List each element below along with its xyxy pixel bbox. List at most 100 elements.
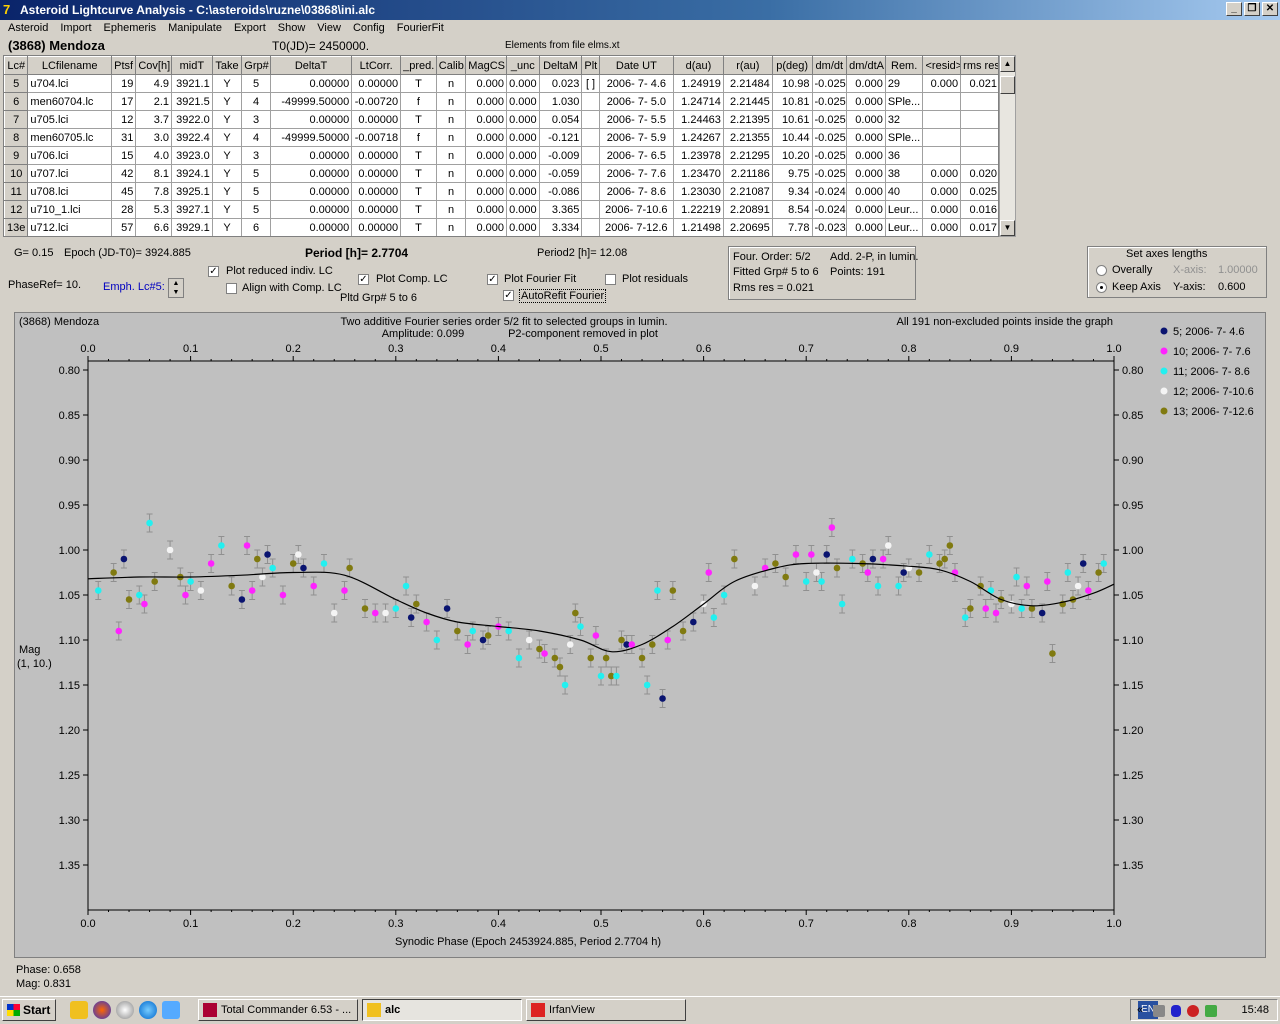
data-point[interactable] (802, 578, 810, 585)
table-cell[interactable]: -0.009 (539, 146, 583, 165)
data-point[interactable] (551, 654, 559, 662)
menu-asteroid[interactable]: Asteroid (2, 20, 54, 38)
table-cell[interactable]: Y (212, 128, 243, 147)
data-point[interactable] (720, 591, 728, 599)
table-cell[interactable]: 12 (111, 110, 137, 129)
table-cell[interactable]: 0.00000 (270, 146, 353, 165)
table-row[interactable]: 11 u708.lci 45 7.8 3925.1 Y 5 0.00000 0.00000 Tn 0… (4, 182, 998, 201)
table-cell[interactable] (581, 92, 600, 111)
table-cell[interactable]: 2006- 7- 4.6 (599, 74, 675, 93)
start-button[interactable]: Start (2, 999, 56, 1021)
data-point[interactable] (961, 614, 969, 621)
table-cell[interactable]: 0.00000 (270, 182, 353, 201)
table-cell[interactable]: 10.20 (772, 146, 813, 165)
data-point[interactable] (597, 672, 605, 680)
table-cell[interactable]: Y (212, 146, 243, 165)
table-cell[interactable]: SPle... (885, 128, 924, 147)
table-cell[interactable]: 10.81 (772, 92, 813, 111)
table-cell[interactable] (960, 92, 998, 111)
table-cell[interactable]: T (400, 182, 437, 201)
data-point[interactable] (572, 609, 579, 617)
scroll-thumb[interactable] (1000, 76, 1015, 94)
data-point[interactable] (577, 623, 584, 630)
menu-view[interactable]: View (311, 20, 347, 38)
data-point[interactable] (407, 614, 415, 621)
table-cell[interactable]: 42 (111, 164, 137, 183)
table-cell[interactable]: n (436, 92, 467, 111)
table-cell[interactable]: 1.030 (539, 92, 583, 111)
table-cell[interactable]: 4.9 (135, 74, 172, 93)
data-point[interactable] (1013, 573, 1020, 581)
table-cell[interactable]: 0.00000 (351, 146, 402, 165)
table-row[interactable]: 8 men60705.lc 31 3.0 3922.4 Y 4 -49999.50000 -0.… (4, 128, 998, 147)
table-cell[interactable]: 3922.0 (171, 110, 213, 129)
table-cell[interactable]: T (400, 164, 437, 183)
table-cell[interactable]: 0.000 (465, 110, 508, 129)
table-cell[interactable]: 0.025 (960, 182, 998, 201)
data-point[interactable] (146, 519, 153, 527)
table-cell[interactable]: 0.00000 (270, 200, 353, 219)
plot-reduced-checkbox[interactable]: ✓ (208, 266, 219, 277)
column-header[interactable]: dm/dtA (846, 56, 886, 75)
table-cell[interactable]: 0.016 (960, 200, 998, 219)
table-cell[interactable]: 29 (885, 74, 924, 93)
column-header[interactable]: d(au) (673, 56, 724, 75)
table-cell[interactable] (581, 164, 600, 183)
data-point[interactable] (1079, 560, 1087, 567)
data-point[interactable] (879, 555, 887, 563)
table-cell[interactable]: 0.000 (922, 74, 962, 93)
table-cell[interactable] (922, 128, 962, 147)
table-cell[interactable]: 1.23030 (673, 182, 724, 201)
data-point[interactable] (628, 641, 636, 648)
table-cell[interactable]: u707.lci (27, 164, 112, 183)
data-point[interactable] (679, 627, 687, 635)
data-point[interactable] (197, 587, 205, 594)
table-cell[interactable]: 28 (111, 200, 137, 219)
table-cell[interactable]: -0.059 (539, 164, 583, 183)
table-cell[interactable]: 5.3 (135, 200, 172, 219)
column-header[interactable]: Ptsf (110, 56, 137, 75)
table-cell[interactable]: 0.00000 (270, 218, 353, 236)
table-cell[interactable]: 0.000 (465, 74, 508, 93)
table-cell[interactable]: -49999.50000 (270, 128, 353, 147)
data-point[interactable] (731, 555, 738, 563)
data-point[interactable] (638, 654, 646, 662)
close-button[interactable]: ✕ (1262, 2, 1278, 16)
data-point[interactable] (141, 600, 148, 608)
data-point[interactable] (992, 609, 1000, 617)
data-point[interactable] (330, 609, 338, 617)
table-cell[interactable]: 0.000 (506, 182, 540, 201)
table-cell[interactable]: 3927.1 (171, 200, 213, 219)
table-cell[interactable]: T (400, 200, 437, 219)
data-point[interactable] (566, 641, 574, 648)
table-cell[interactable]: 2006- 7- 8.6 (599, 182, 675, 201)
table-cell[interactable]: 4 (241, 128, 271, 147)
table-cell[interactable]: 0.000 (846, 200, 886, 219)
table-cell[interactable]: 0.00000 (351, 110, 402, 129)
column-header[interactable]: Calib. (435, 56, 467, 75)
table-cell[interactable]: 31 (111, 128, 137, 147)
table-cell[interactable] (960, 110, 998, 129)
table-cell[interactable]: f (400, 92, 437, 111)
table-cell[interactable]: 0.000 (922, 200, 962, 219)
table-cell[interactable]: u704.lci (27, 74, 112, 93)
column-header[interactable]: Rem. (884, 56, 924, 75)
data-point[interactable] (515, 654, 523, 662)
column-header[interactable]: Plt (581, 56, 600, 75)
table-cell[interactable]: 2.21445 (723, 92, 773, 111)
data-point[interactable] (228, 582, 235, 590)
data-point[interactable] (310, 582, 318, 590)
table-cell[interactable]: n (436, 146, 467, 165)
data-point[interactable] (782, 573, 789, 581)
table-cell[interactable]: 9.34 (772, 182, 813, 201)
data-point[interactable] (982, 605, 990, 612)
data-point[interactable] (289, 560, 297, 567)
table-cell[interactable] (922, 110, 962, 129)
table-cell[interactable]: 8.1 (135, 164, 172, 183)
table-cell[interactable]: 0.000 (465, 164, 508, 183)
data-point[interactable] (864, 569, 872, 576)
data-point[interactable] (849, 555, 856, 563)
table-cell[interactable]: 0.000 (465, 128, 508, 147)
table-cell[interactable]: 2.21186 (723, 164, 773, 183)
table-cell[interactable]: T (400, 110, 437, 129)
